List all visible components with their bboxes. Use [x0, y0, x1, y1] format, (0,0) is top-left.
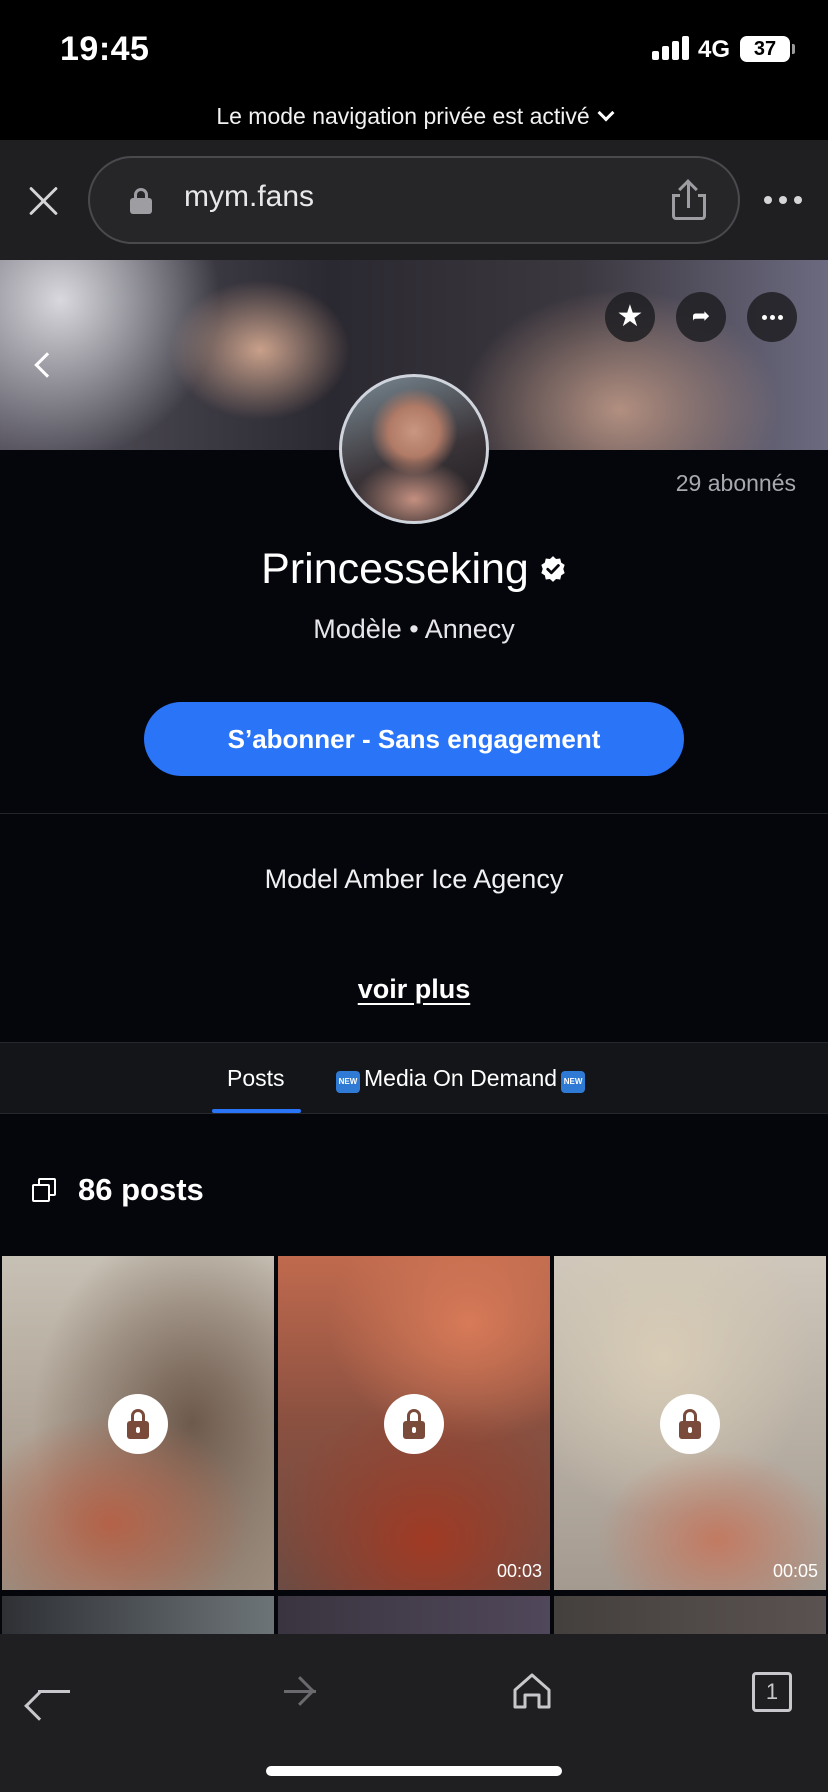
- tabs-button[interactable]: 1: [742, 1662, 802, 1722]
- profile-more-button[interactable]: [747, 292, 797, 342]
- forward-button[interactable]: [266, 1662, 326, 1722]
- post-tile[interactable]: 00:03: [278, 1256, 550, 1590]
- avatar[interactable]: [339, 374, 489, 524]
- see-more-link[interactable]: voir plus: [0, 974, 828, 1005]
- see-more-label[interactable]: voir plus: [358, 974, 471, 1004]
- home-button[interactable]: [502, 1662, 562, 1722]
- profile-name-row: Princesseking: [0, 545, 828, 594]
- post-tile[interactable]: [2, 1256, 274, 1590]
- tabs-icon: 1: [752, 1672, 792, 1712]
- post-tile[interactable]: [2, 1596, 274, 1636]
- posts-count-label: 86 posts: [78, 1172, 204, 1207]
- chevron-down-icon: [597, 104, 615, 122]
- followers-count: 29 abonnés: [675, 470, 796, 496]
- back-arrow-icon: [38, 1690, 70, 1693]
- private-mode-text: Le mode navigation privée est activé: [216, 103, 590, 129]
- home-icon: [513, 1673, 551, 1709]
- post-tile[interactable]: 00:05: [554, 1256, 826, 1590]
- divider: [0, 813, 828, 814]
- video-duration: 00:03: [496, 1561, 542, 1581]
- lock-icon: [130, 188, 152, 214]
- status-bar: 19:45 4G 37: [0, 0, 828, 96]
- network-type: 4G: [698, 36, 731, 63]
- active-tab-indicator: [212, 1109, 301, 1113]
- video-duration: 00:05: [772, 1561, 818, 1581]
- tab-media-on-demand[interactable]: NEW Media On Demand NEW: [332, 1065, 589, 1093]
- lock-icon: [660, 1394, 720, 1454]
- more-icon[interactable]: [764, 194, 804, 206]
- profile-name: Princesseking: [261, 545, 529, 593]
- post-tile[interactable]: [554, 1596, 826, 1636]
- address-bar[interactable]: mym.fans: [88, 156, 740, 244]
- home-indicator[interactable]: [266, 1766, 562, 1776]
- share-icon[interactable]: [672, 179, 706, 220]
- tab-posts[interactable]: Posts: [227, 1065, 285, 1092]
- stack-icon: [32, 1178, 56, 1202]
- profile-subtitle: Modèle • Annecy: [313, 614, 515, 644]
- favorite-button[interactable]: ★: [605, 292, 655, 342]
- posts-grid: 00:03 00:05: [0, 1254, 828, 1636]
- lock-icon: [384, 1394, 444, 1454]
- signal-icon: [652, 36, 692, 60]
- tab-media-on-demand-label: Media On Demand: [364, 1065, 558, 1091]
- new-badge-icon: NEW: [561, 1071, 586, 1093]
- new-badge-icon: NEW: [336, 1071, 360, 1093]
- url-text: mym.fans: [184, 180, 315, 213]
- forward-arrow-icon: [284, 1690, 316, 1693]
- lock-icon: [108, 1394, 168, 1454]
- verified-icon: [541, 555, 565, 582]
- star-icon: ★: [616, 299, 644, 334]
- private-mode-banner[interactable]: Le mode navigation privée est activé: [0, 96, 828, 140]
- post-tile[interactable]: [278, 1596, 550, 1636]
- more-icon: [762, 315, 784, 320]
- status-time: 19:45: [60, 30, 150, 68]
- profile-bio: Model Amber Ice Agency: [264, 864, 564, 894]
- subscribe-button[interactable]: S’abonner - Sans engagement: [144, 702, 684, 776]
- close-icon[interactable]: [28, 184, 60, 216]
- browser-toolbar: mym.fans: [0, 140, 828, 260]
- back-button[interactable]: [28, 1662, 88, 1722]
- forward-share-icon: ➦: [691, 304, 711, 329]
- battery-icon: 37: [740, 36, 795, 62]
- back-icon[interactable]: [34, 352, 60, 378]
- share-profile-button[interactable]: ➦: [676, 292, 726, 342]
- content-tabs: Posts NEW Media On Demand NEW: [0, 1042, 828, 1114]
